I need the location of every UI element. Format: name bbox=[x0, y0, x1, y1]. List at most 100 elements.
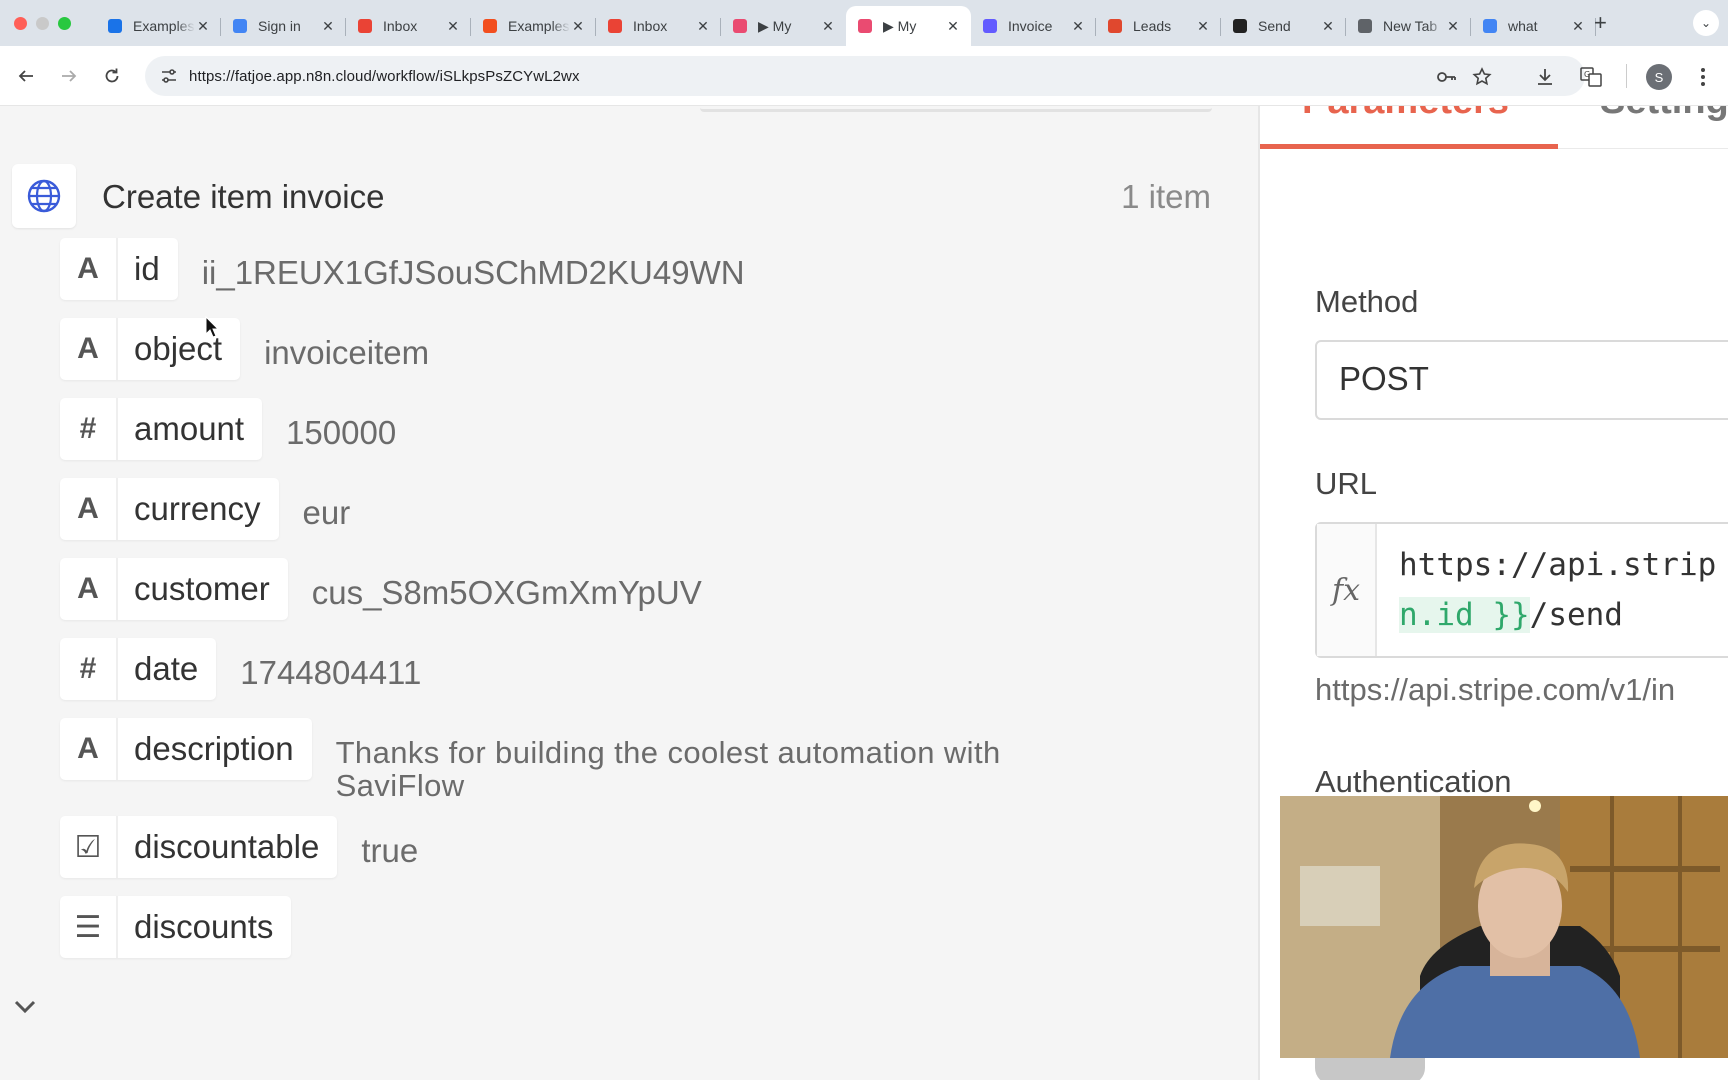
http-node-icon bbox=[12, 164, 76, 228]
field-value: 150000 bbox=[286, 414, 397, 451]
close-tab-icon[interactable]: ✕ bbox=[1320, 18, 1336, 35]
forward-arrow-icon bbox=[62, 70, 77, 82]
tab-title: Leads bbox=[1133, 18, 1172, 34]
stripe-dark-icon bbox=[1231, 17, 1249, 35]
browser-tab[interactable]: Inbox ✕ bbox=[596, 6, 721, 46]
url-expression-field[interactable]: fx https://api.strip n.id }}/send bbox=[1315, 522, 1728, 658]
close-tab-icon[interactable]: ✕ bbox=[195, 18, 211, 35]
tab-title: Invoice bbox=[1008, 18, 1053, 34]
tab-settings[interactable]: Settings bbox=[1600, 106, 1728, 123]
tab-parameters[interactable]: Parameters bbox=[1302, 106, 1509, 123]
field-value: eur bbox=[302, 494, 351, 531]
browser-tab[interactable]: Invoice ✕ bbox=[971, 6, 1096, 46]
close-tab-icon[interactable]: ✕ bbox=[1445, 18, 1461, 35]
array-type-icon: ☰ bbox=[60, 896, 118, 958]
expression-highlight: n.id }} bbox=[1399, 597, 1530, 633]
close-tab-icon[interactable]: ✕ bbox=[1195, 18, 1211, 35]
item-count: 1 item bbox=[1121, 178, 1211, 215]
zoom-window-button[interactable] bbox=[58, 17, 71, 30]
field-key-pill[interactable]: Aid bbox=[60, 238, 178, 300]
chevron-down-icon[interactable] bbox=[12, 994, 38, 1020]
field-row-discountable: ☑ discountable true bbox=[60, 816, 418, 878]
translate-icon[interactable]: G bbox=[1580, 66, 1602, 88]
close-tab-icon[interactable]: ✕ bbox=[570, 18, 586, 35]
field-key-pill[interactable]: ☑ discountable bbox=[60, 816, 338, 878]
drive-icon bbox=[106, 17, 124, 35]
close-tab-icon[interactable]: ✕ bbox=[445, 18, 461, 35]
method-value: POST bbox=[1339, 360, 1429, 397]
browser-tab[interactable]: ▶ My ✕ bbox=[846, 6, 971, 46]
close-tab-icon[interactable]: ✕ bbox=[695, 18, 711, 35]
browser-tab[interactable]: Send ✕ bbox=[1221, 6, 1346, 46]
bookmark-star-icon[interactable] bbox=[1471, 66, 1493, 88]
tab-title: New Tab bbox=[1383, 18, 1438, 34]
field-value: cus_S8m5OXGmXmYpUV bbox=[311, 574, 702, 611]
horizontal-scroll-indicator[interactable] bbox=[700, 106, 1212, 112]
close-tab-icon[interactable]: ✕ bbox=[945, 18, 961, 35]
close-window-button[interactable] bbox=[14, 17, 27, 30]
browser-tab[interactable]: Examples ✕ bbox=[96, 6, 221, 46]
close-tab-icon[interactable]: ✕ bbox=[320, 18, 336, 35]
browser-tab[interactable]: Sign in ✕ bbox=[221, 6, 346, 46]
field-key: description bbox=[134, 730, 294, 767]
close-tab-icon[interactable]: ✕ bbox=[1070, 18, 1086, 35]
field-value: 1744804411 bbox=[240, 654, 422, 691]
field-row-customer: Acustomer cus_S8m5OXGmXmYpUV bbox=[60, 558, 702, 620]
forward-button[interactable] bbox=[55, 62, 83, 90]
active-tab-underline bbox=[1260, 144, 1558, 149]
string-type-icon: A bbox=[60, 558, 118, 620]
tab-title: ▶ My bbox=[758, 17, 792, 34]
field-key-pill[interactable]: # amount bbox=[60, 398, 263, 460]
browser-tab[interactable]: Leads ✕ bbox=[1096, 6, 1221, 46]
field-key: date bbox=[134, 650, 199, 687]
tab-strip: Examples ✕ Sign in ✕ Inbox ✕ Examples ✕ Inbox ✕ ▶ … bbox=[0, 0, 1728, 46]
toolbar-divider bbox=[1626, 64, 1627, 88]
reload-button[interactable] bbox=[98, 62, 126, 90]
method-select[interactable]: POST bbox=[1315, 340, 1728, 420]
authentication-label: Authentication bbox=[1315, 764, 1512, 799]
field-key: currency bbox=[134, 490, 261, 527]
new-tab-button[interactable]: + bbox=[1594, 12, 1607, 34]
google-icon bbox=[1481, 17, 1499, 35]
expression-fx-icon: fx bbox=[1317, 524, 1377, 656]
field-key-pill[interactable]: # date bbox=[60, 638, 217, 700]
browser-tab[interactable]: Examples ✕ bbox=[471, 6, 596, 46]
address-bar[interactable]: https://fatjoe.app.n8n.cloud/workflow/iS… bbox=[145, 56, 1585, 96]
tab-search-button[interactable]: ⌄ bbox=[1693, 10, 1719, 36]
url-expression-code: https://api.strip n.id }}/send bbox=[1399, 540, 1716, 640]
field-key: id bbox=[134, 250, 160, 287]
browser-tab[interactable]: what ✕ bbox=[1471, 6, 1596, 46]
close-tab-icon[interactable]: ✕ bbox=[820, 18, 836, 35]
profile-avatar[interactable]: S bbox=[1646, 64, 1672, 90]
back-button[interactable] bbox=[12, 62, 40, 90]
tab-title: Inbox bbox=[633, 18, 668, 34]
string-type-icon: A bbox=[60, 238, 118, 300]
menu-kebab-icon[interactable] bbox=[1692, 66, 1714, 88]
field-row-id: Aid ii_1REUX1GfJSouSChMD2KU49WN bbox=[60, 238, 745, 300]
field-key-pill[interactable]: Acurrency bbox=[60, 478, 279, 540]
number-type-icon: # bbox=[60, 398, 118, 460]
number-type-icon: # bbox=[60, 638, 118, 700]
url-line-2: n.id }}/send bbox=[1399, 590, 1716, 640]
password-key-icon[interactable] bbox=[1435, 66, 1457, 88]
browser-tab[interactable]: ▶ My ✕ bbox=[721, 6, 846, 46]
field-key: discountable bbox=[134, 828, 320, 865]
tab-title: Inbox bbox=[383, 18, 418, 34]
minimize-window-button[interactable] bbox=[36, 17, 49, 30]
stripe-icon bbox=[981, 17, 999, 35]
field-key-pill[interactable]: Acustomer bbox=[60, 558, 288, 620]
browser-tab[interactable]: New Tab ✕ bbox=[1346, 6, 1471, 46]
browser-toolbar: https://fatjoe.app.n8n.cloud/workflow/iS… bbox=[0, 46, 1728, 106]
back-arrow-icon bbox=[18, 70, 33, 82]
download-icon[interactable] bbox=[1534, 66, 1556, 88]
tab-title: Send bbox=[1258, 18, 1291, 34]
google-icon bbox=[231, 17, 249, 35]
field-key-pill[interactable]: ☰ discounts bbox=[60, 896, 292, 958]
site-settings-icon[interactable] bbox=[159, 66, 179, 86]
browser-tab[interactable]: Inbox ✕ bbox=[346, 6, 471, 46]
field-value: ii_1REUX1GfJSouSChMD2KU49WN bbox=[201, 254, 745, 291]
field-key-pill[interactable]: Adescription bbox=[60, 718, 312, 780]
field-value: Thanks for building the coolest automati… bbox=[335, 735, 1001, 803]
close-tab-icon[interactable]: ✕ bbox=[1570, 18, 1586, 35]
url-line-1: https://api.strip bbox=[1399, 547, 1717, 583]
